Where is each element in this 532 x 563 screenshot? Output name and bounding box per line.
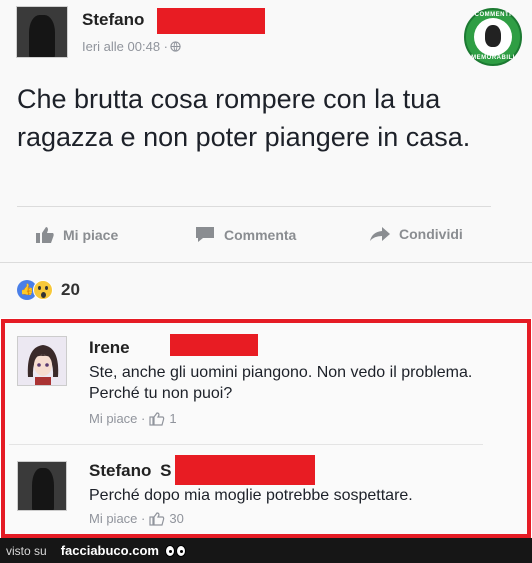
comment-label: Commenta	[224, 227, 297, 243]
like-button[interactable]: Mi piace	[35, 226, 118, 244]
post-timestamp[interactable]: Ieri alle 00:48 ·	[82, 39, 168, 54]
footer-site-link[interactable]: facciabuco.com	[61, 543, 159, 558]
comment-button[interactable]: Commenta	[194, 226, 296, 244]
actions-divider	[0, 262, 532, 263]
comment-like-link[interactable]: Mi piace ·	[89, 411, 145, 426]
watermark-footer: visto su facciabuco.com	[0, 538, 532, 563]
comment-icon	[196, 227, 214, 242]
comment-like-count: 30	[169, 511, 184, 526]
redaction-bar	[170, 334, 258, 356]
share-arrow-icon	[370, 227, 390, 241]
commenti-memorabili-logo: COMMENTI MEMORABILI	[464, 8, 522, 66]
redaction-bar	[175, 455, 315, 485]
share-button[interactable]: Condividi	[369, 226, 463, 242]
post-meta: Ieri alle 00:48 ·	[82, 39, 181, 54]
thumbs-up-icon	[36, 227, 54, 243]
like-label: Mi piace	[63, 227, 119, 243]
comment-author[interactable]: Stefano S	[89, 461, 171, 481]
reaction-count: 20	[61, 280, 80, 299]
irene-avatar[interactable]	[17, 336, 67, 386]
footer-prefix: visto su	[6, 543, 47, 558]
reactions-summary[interactable]: 👍 20	[17, 280, 80, 300]
post-divider	[17, 206, 491, 207]
comment-meta: Mi piace · 30	[89, 511, 184, 526]
thumbs-up-outline-icon	[149, 411, 165, 426]
post-text: Che brutta cosa rompere con la tua ragaz…	[17, 84, 471, 152]
bearded-face-icon	[485, 25, 501, 47]
comment-text: Perché dopo mia moglie potrebbe sospetta…	[89, 487, 413, 504]
globe-icon	[170, 41, 181, 52]
comment-meta: Mi piace · 1	[89, 411, 177, 426]
comment-text: Ste, anche gli uomini piangono. Non vedo…	[89, 364, 473, 402]
stefano-avatar[interactable]	[17, 461, 67, 511]
comment-author[interactable]: Irene	[89, 338, 130, 358]
eye-icon	[175, 544, 186, 557]
highlighted-comments: Irene Ste, anche gli uomini piangono. No…	[1, 319, 531, 538]
author-avatar[interactable]	[16, 6, 68, 58]
comment-author-initial: S	[160, 461, 172, 480]
eyes-logo-icon	[164, 544, 187, 557]
comment-author-name: Stefano	[89, 461, 152, 480]
facebook-post: Stefano Ieri alle 00:48 · COMMENTI MEMOR…	[0, 0, 532, 318]
anime-girl-avatar-icon	[18, 337, 66, 385]
thumbs-up-outline-icon	[149, 511, 165, 526]
comment-like-count: 1	[169, 411, 177, 426]
share-label: Condividi	[399, 226, 463, 242]
redaction-bar	[157, 8, 265, 34]
comment-divider	[9, 444, 483, 445]
logo-text-bottom: MEMORABILI	[471, 55, 515, 61]
eye-icon	[164, 544, 175, 557]
wow-reaction-icon	[33, 280, 53, 300]
person-silhouette	[32, 468, 54, 510]
logo-face-area	[474, 18, 512, 56]
author-name[interactable]: Stefano	[82, 10, 144, 30]
comment-like-link[interactable]: Mi piace ·	[89, 511, 145, 526]
